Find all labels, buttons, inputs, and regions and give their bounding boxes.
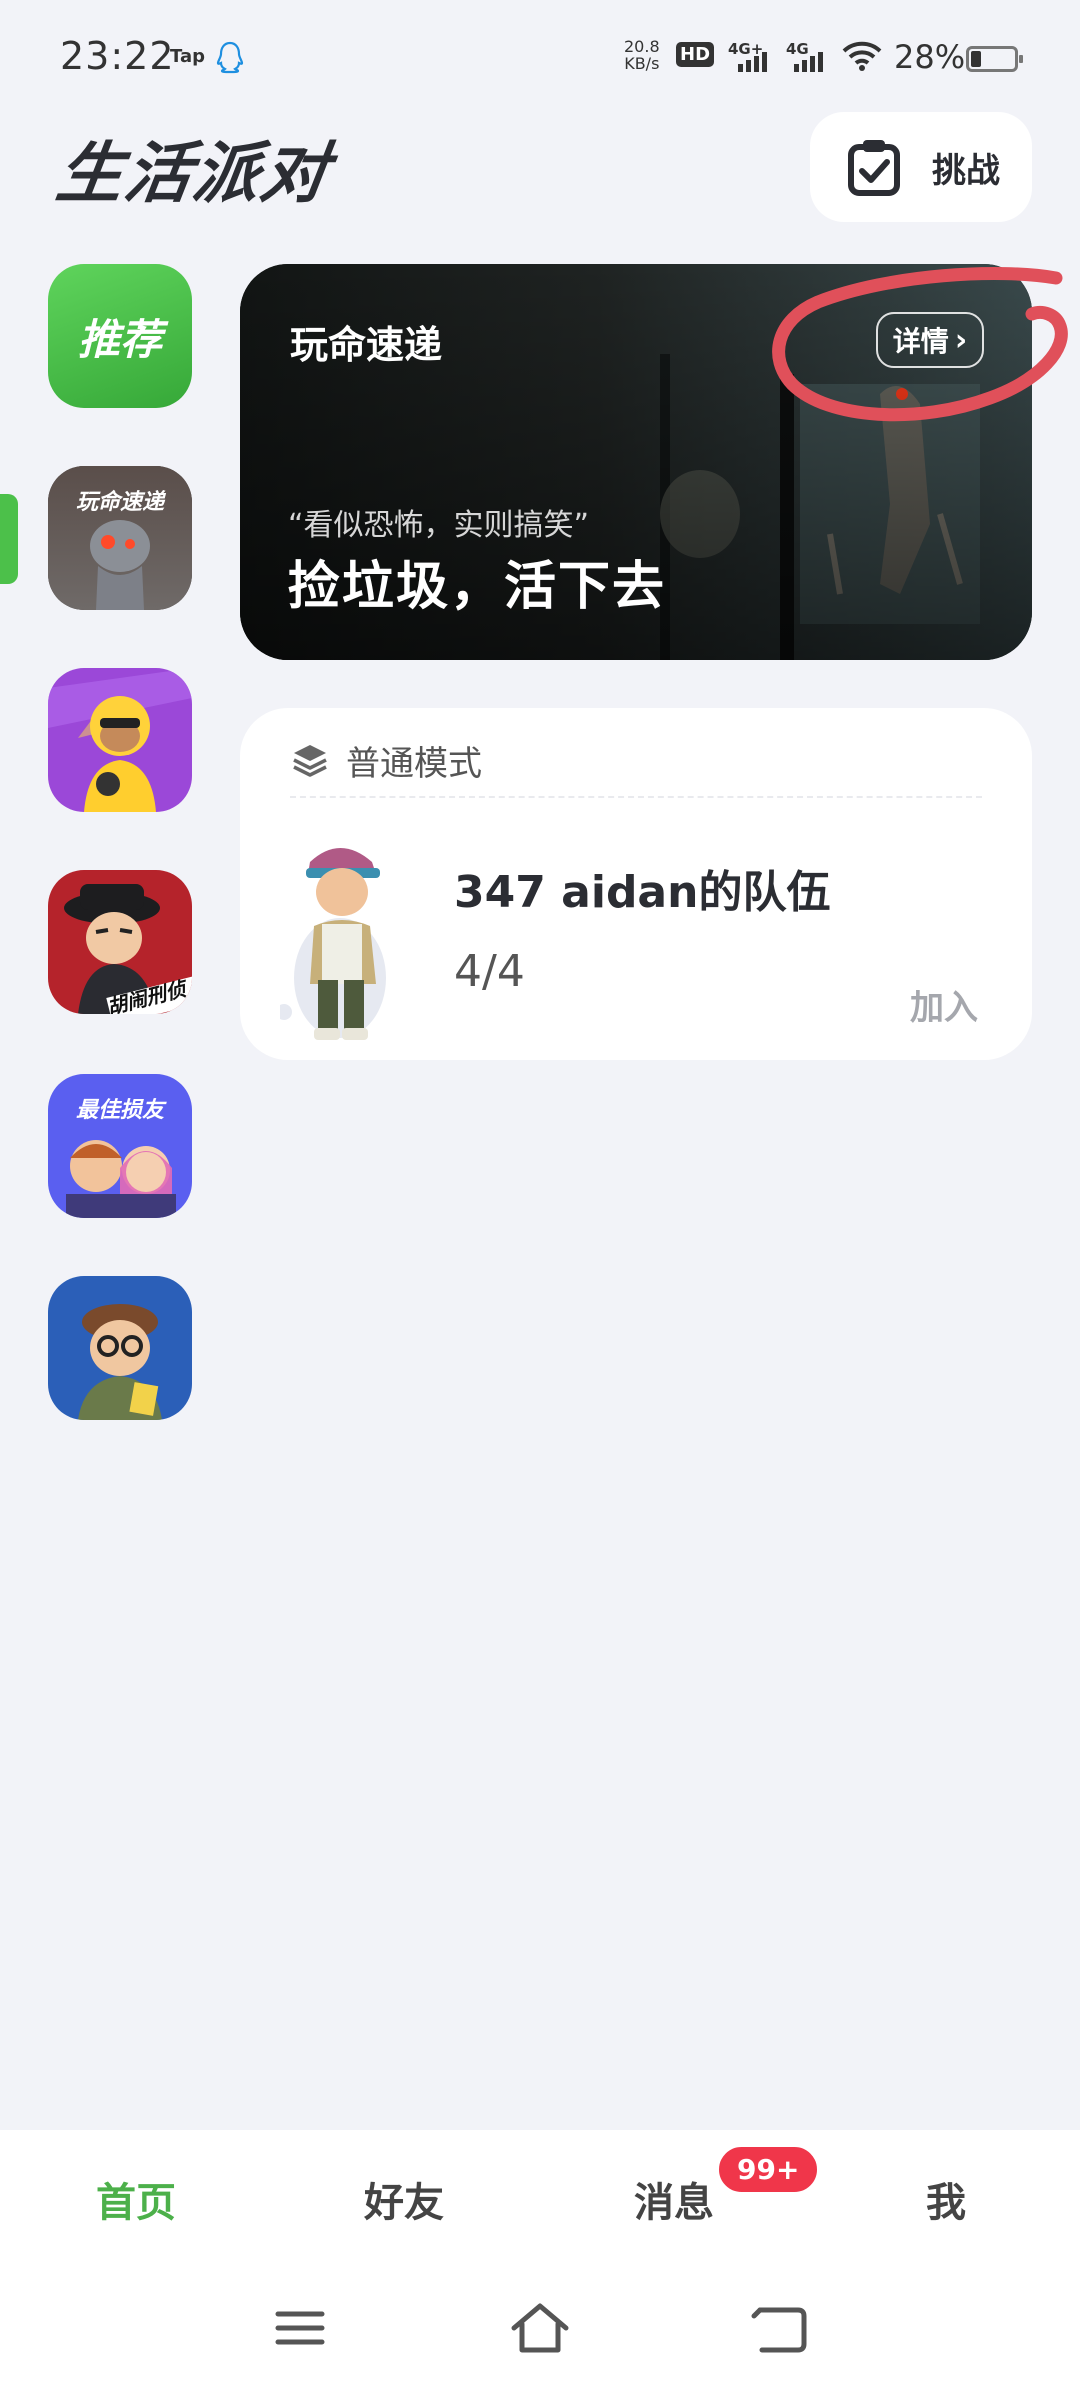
network-speed-unit: KB/s <box>624 54 660 73</box>
home-icon[interactable] <box>510 2298 570 2358</box>
sidebar-item-recommend[interactable]: 推荐 <box>48 264 192 408</box>
svg-text:4G+: 4G+ <box>728 40 763 58</box>
network-speed-value: 20.8 <box>624 37 660 56</box>
game-thumbnail-image <box>48 668 192 812</box>
banner-title: 玩命速递 <box>290 323 443 367</box>
banner-slogan: 捡垃圾，活下去 <box>288 557 667 617</box>
details-label: 详情 <box>892 325 949 358</box>
join-team-button[interactable]: 加入 <box>910 980 978 1029</box>
game-thumbnail-image <box>48 1276 192 1420</box>
card-divider <box>290 796 982 798</box>
system-navigation-bar <box>0 2264 1080 2388</box>
challenge-label: 挑战 <box>932 150 1000 191</box>
back-icon[interactable] <box>750 2298 810 2358</box>
team-leader-avatar <box>280 848 386 1040</box>
status-time: 23:22 <box>60 34 175 78</box>
qq-notification-icon <box>216 41 244 74</box>
battery-percent: 28% <box>894 38 966 76</box>
tab-friends[interactable]: 好友 <box>324 2170 484 2228</box>
featured-game-banner[interactable]: 玩命速递 详情 › “看似恐怖，实则搞笑” 捡垃圾，活下去 <box>240 264 1032 660</box>
bottom-navigation: 首页 好友 消息 99+ 我 <box>0 2130 1080 2264</box>
banner-quote: “看似恐怖，实则搞笑” <box>288 508 590 543</box>
challenge-button[interactable]: 挑战 <box>810 112 1032 222</box>
team-member-count: 4/4 <box>454 946 525 997</box>
taptap-notification-icon: Tap <box>170 46 205 67</box>
app-logo: 生活派对 <box>51 135 335 212</box>
sidebar-game-detective[interactable]: 胡闹刑侦 <box>48 870 192 1014</box>
network-speed: 20.8 KB/s <box>624 38 660 72</box>
banner-details-button[interactable]: 详情 › <box>876 312 984 368</box>
svg-text:4G: 4G <box>786 40 809 58</box>
sidebar-game-deadly-delivery[interactable]: 玩命速递 <box>48 466 192 610</box>
hd-voice-icon: HD <box>676 42 715 67</box>
sidebar-item-label: 推荐 <box>77 314 162 364</box>
battery-icon <box>966 46 1023 72</box>
team-name: 347 aidan的队伍 <box>454 867 831 918</box>
chevron-right-icon: › <box>954 322 968 358</box>
tab-home[interactable]: 首页 <box>56 2170 216 2228</box>
wifi-icon <box>842 41 882 71</box>
layers-icon <box>293 744 327 777</box>
team-card[interactable]: 普通模式 347 aidan的队伍 4/4 加入 <box>240 708 1032 1060</box>
checklist-icon <box>848 140 900 196</box>
sidebar-game-monkey[interactable] <box>48 668 192 812</box>
status-bar: 23:22 Tap 20.8 KB/s HD 4G+ 4G 28% <box>0 0 1080 110</box>
tab-me[interactable]: 我 <box>866 2170 1026 2228</box>
game-thumbnail-title: 最佳损友 <box>75 1098 164 1123</box>
menu-icon[interactable] <box>270 2298 330 2358</box>
sidebar-game-best-frenemies[interactable]: 最佳损友 <box>48 1074 192 1218</box>
sidebar-selection-indicator <box>0 494 18 584</box>
sim2-signal-icon: 4G <box>786 40 823 72</box>
messages-unread-badge: 99+ <box>716 2144 821 2195</box>
sidebar-game-professor[interactable] <box>48 1276 192 1420</box>
sim1-signal-icon: 4G+ <box>728 40 767 72</box>
game-thumbnail-title: 玩命速递 <box>75 490 164 515</box>
mode-row: 普通模式 <box>290 736 482 785</box>
game-mode-label: 普通模式 <box>346 744 482 784</box>
